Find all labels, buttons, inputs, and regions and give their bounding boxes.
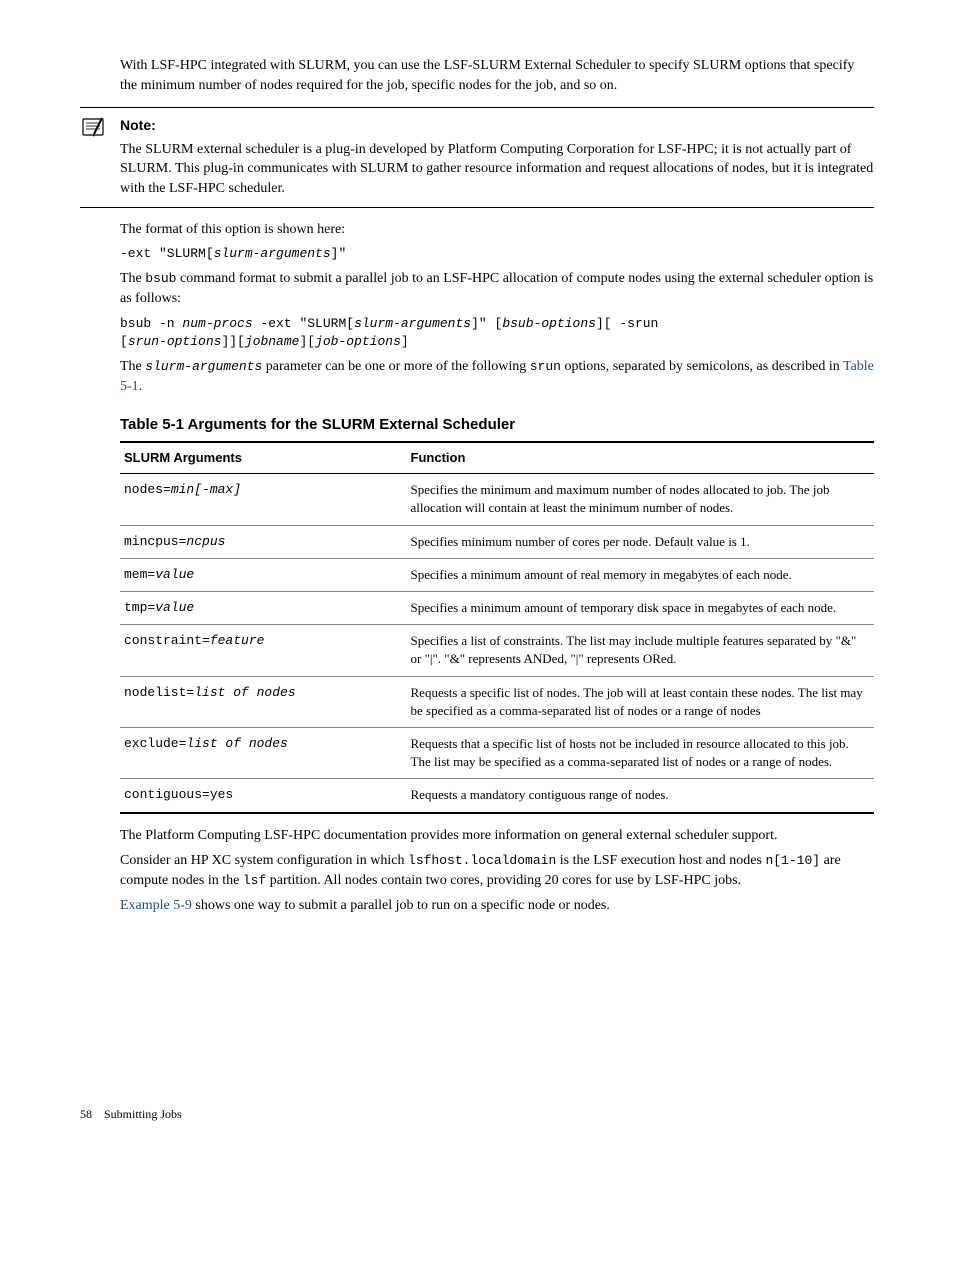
note-box: Note: The SLURM external scheduler is a … [80, 107, 874, 207]
table-row: exclude=list of nodesRequests that a spe… [120, 727, 874, 778]
function-cell: Specifies the minimum and maximum number… [407, 474, 874, 525]
table-row: contiguous=yesRequests a mandatory conti… [120, 779, 874, 813]
function-cell: Requests that a specific list of hosts n… [407, 727, 874, 778]
table-title: Table 5-1 Arguments for the SLURM Extern… [120, 414, 874, 435]
argument-cell: nodes=min[-max] [120, 474, 407, 525]
function-cell: Requests a mandatory contiguous range of… [407, 779, 874, 813]
example-5-9-link[interactable]: Example 5-9 [120, 898, 192, 913]
table-row: mem=valueSpecifies a minimum amount of r… [120, 558, 874, 591]
note-icon [80, 116, 110, 140]
argument-cell: exclude=list of nodes [120, 727, 407, 778]
page-number: 58 [80, 1107, 92, 1121]
chapter-name: Submitting Jobs [104, 1107, 182, 1121]
format-intro: The format of this option is shown here: [120, 220, 874, 240]
bsub-intro: The bsub command format to submit a para… [120, 269, 874, 308]
function-cell: Requests a specific list of nodes. The j… [407, 676, 874, 727]
table-row: mincpus=ncpusSpecifies minimum number of… [120, 525, 874, 558]
function-cell: Specifies a list of constraints. The lis… [407, 625, 874, 676]
intro-paragraph: With LSF-HPC integrated with SLURM, you … [120, 56, 874, 95]
after-table-p1: The Platform Computing LSF-HPC documenta… [120, 826, 874, 846]
argument-cell: nodelist=list of nodes [120, 676, 407, 727]
function-cell: Specifies a minimum amount of temporary … [407, 592, 874, 625]
table-row: tmp=valueSpecifies a minimum amount of t… [120, 592, 874, 625]
argument-cell: mincpus=ncpus [120, 525, 407, 558]
table-row: nodelist=list of nodesRequests a specifi… [120, 676, 874, 727]
example-paragraph: Example 5-9 shows one way to submit a pa… [120, 896, 874, 916]
after-table-p2: Consider an HP XC system configuration i… [120, 851, 874, 890]
table-row: constraint=featureSpecifies a list of co… [120, 625, 874, 676]
page-footer: 58 Submitting Jobs [80, 1106, 874, 1123]
function-cell: Specifies a minimum amount of real memor… [407, 558, 874, 591]
slurm-arguments-table: SLURM Arguments Function nodes=min[-max]… [120, 441, 874, 813]
slurm-args-paragraph: The slurm-arguments parameter can be one… [120, 357, 874, 396]
argument-cell: mem=value [120, 558, 407, 591]
note-heading: Note: [120, 116, 874, 136]
note-body-text: The SLURM external scheduler is a plug-i… [120, 140, 874, 199]
document-content: With LSF-HPC integrated with SLURM, you … [120, 56, 874, 916]
table-row: nodes=min[-max]Specifies the minimum and… [120, 474, 874, 525]
function-cell: Specifies minimum number of cores per no… [407, 525, 874, 558]
argument-cell: contiguous=yes [120, 779, 407, 813]
table-header-arguments: SLURM Arguments [120, 442, 407, 474]
table-header-function: Function [407, 442, 874, 474]
format-code: -ext "SLURM[slurm-arguments]" [120, 245, 874, 263]
argument-cell: constraint=feature [120, 625, 407, 676]
argument-cell: tmp=value [120, 592, 407, 625]
bsub-code: bsub -n num-procs -ext "SLURM[slurm-argu… [120, 315, 874, 351]
